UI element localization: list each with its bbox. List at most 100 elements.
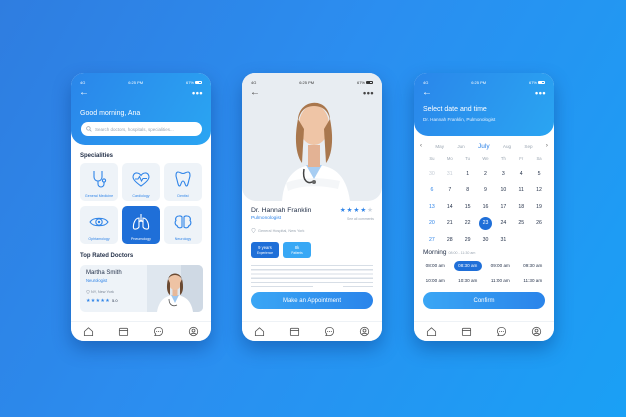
signal-indicator: 4G (423, 79, 429, 85)
back-arrow-icon[interactable]: ← (79, 88, 89, 98)
chevron-left-icon[interactable]: ‹ (420, 143, 422, 149)
doctor-profile-screen: 4G 6:25 PM 67% ← ••• Dr. Hannah Franklin… (242, 73, 382, 341)
location-pin-icon (251, 228, 256, 233)
calendar-day[interactable]: 25 (512, 217, 530, 229)
status-time: 6:25 PM (128, 79, 144, 85)
bottom-nav (414, 321, 554, 341)
back-arrow-icon[interactable]: ← (422, 88, 432, 98)
morning-section-title: Morning 08:00 - 11:30 am (423, 249, 476, 256)
battery-indicator: 67% (186, 80, 202, 85)
status-bar: 4G 6:25 PM 67% (80, 78, 202, 86)
time-slot[interactable]: 11:30 am (517, 276, 550, 286)
calendar-day[interactable]: 17 (494, 201, 512, 213)
doctor-card[interactable]: Martha Smith Neurologist NY, New York ★★… (80, 265, 203, 312)
profile-icon[interactable] (188, 326, 200, 338)
make-appointment-button[interactable]: Make an Appointment (251, 292, 373, 309)
time-slot[interactable]: 11:00 am (484, 276, 517, 286)
rating-value: 5.0 (112, 298, 118, 303)
month-option[interactable]: May (435, 144, 444, 149)
lungs-icon (132, 214, 150, 230)
calendar-day[interactable]: 28 (441, 234, 459, 246)
calendar-day[interactable]: 8 (459, 184, 477, 196)
chat-icon[interactable] (153, 326, 165, 338)
speciality-general-medicine[interactable]: General Medicine (80, 163, 118, 201)
calendar-day[interactable]: 1 (459, 168, 477, 180)
more-options-icon[interactable]: ••• (535, 89, 546, 98)
home-icon[interactable] (83, 326, 95, 338)
calendar-day[interactable]: 2 (477, 168, 495, 180)
home-icon[interactable] (426, 326, 438, 338)
calendar-day[interactable]: 4 (512, 168, 530, 180)
confirm-button[interactable]: Confirm (423, 292, 545, 309)
calendar-day[interactable]: 31 (494, 234, 512, 246)
time-slot[interactable]: 09:30 am (517, 261, 550, 271)
calendar-day[interactable]: 26 (530, 217, 548, 229)
profile-icon[interactable] (359, 326, 371, 338)
search-input[interactable]: Search doctors, hospitals, specialities.… (81, 122, 202, 136)
eye-icon (89, 217, 109, 227)
calendar-day[interactable]: 13 (423, 201, 441, 213)
calendar-day[interactable]: 20 (423, 217, 441, 229)
experience-badge: 9 years Experience (251, 242, 279, 258)
calendar-day[interactable]: 6 (423, 184, 441, 196)
calendar-day[interactable]: 7 (441, 184, 459, 196)
speciality-dentist[interactable]: Dentist (164, 163, 202, 201)
calendar-day[interactable]: 12 (530, 184, 548, 196)
calendar-icon[interactable] (289, 326, 301, 338)
more-options-icon[interactable]: ••• (363, 89, 374, 98)
calendar-day[interactable]: 15 (459, 201, 477, 213)
calendar-day[interactable]: 16 (477, 201, 495, 213)
calendar-day[interactable]: 18 (512, 201, 530, 213)
calendar-icon[interactable] (461, 326, 473, 338)
time-slot-selected[interactable]: 08:30 am (453, 261, 482, 271)
calendar-day[interactable]: 29 (459, 234, 477, 246)
booking-title: Select date and time (423, 106, 487, 113)
bottom-nav (242, 321, 382, 341)
time-slot[interactable]: 10:00 am (419, 276, 452, 286)
rating-stars: ★★★★★ (86, 299, 111, 304)
calendar-day[interactable]: 19 (530, 201, 548, 213)
calendar-day[interactable]: 21 (441, 217, 459, 229)
doctor-name: Martha Smith (86, 270, 122, 276)
speciality-neurology[interactable]: Neurology (164, 206, 202, 244)
month-option-current[interactable]: July (478, 143, 490, 150)
stethoscope-icon (93, 171, 107, 188)
calendar-day[interactable]: 30 (477, 234, 495, 246)
calendar-day[interactable]: 11 (512, 184, 530, 196)
month-option[interactable]: Aug (503, 144, 511, 149)
booking-subtitle: Dr. Hannah Franklin, Pulmonologist (423, 117, 496, 122)
time-slot[interactable]: 08:00 am (419, 261, 452, 271)
month-option[interactable]: Jun (457, 144, 464, 149)
rating-stars: ★★★★★ (340, 206, 374, 214)
calendar-day[interactable]: 22 (459, 217, 477, 229)
status-bar: 4G 6:25 PM 67% (251, 78, 373, 86)
calendar-day[interactable]: 10 (494, 184, 512, 196)
chat-icon[interactable] (324, 326, 336, 338)
calendar-day[interactable]: 9 (477, 184, 495, 196)
chevron-right-icon[interactable]: › (546, 143, 548, 149)
speciality-ophthalmology[interactable]: Ophtamology (80, 206, 118, 244)
home-icon[interactable] (254, 326, 266, 338)
speciality-cardiology[interactable]: Cardiology (122, 163, 160, 201)
calendar-day[interactable]: 14 (441, 201, 459, 213)
profile-icon[interactable] (531, 326, 543, 338)
back-arrow-icon[interactable]: ← (250, 88, 260, 98)
bottom-nav (71, 321, 211, 341)
doctor-rating: ★★★★★ 5.0 (86, 298, 118, 304)
calendar-day[interactable]: 3 (494, 168, 512, 180)
calendar-day[interactable]: 27 (423, 234, 441, 246)
more-options-icon[interactable]: ••• (192, 89, 203, 98)
battery-icon (194, 80, 202, 85)
calendar-day[interactable]: 5 (530, 168, 548, 180)
see-comments-link[interactable]: See all comments (347, 217, 374, 221)
chat-icon[interactable] (496, 326, 508, 338)
calendar-day[interactable]: 24 (494, 217, 512, 229)
time-slot[interactable]: 09:00 am (484, 261, 517, 271)
time-slot[interactable]: 10:30 am (452, 276, 485, 286)
month-option[interactable]: Sep (524, 144, 532, 149)
search-icon (86, 126, 92, 132)
calendar-empty-cell (512, 234, 530, 246)
calendar-icon[interactable] (118, 326, 130, 338)
speciality-pneumology[interactable]: Pneumology (122, 206, 160, 244)
calendar-day-selected[interactable]: 23 (477, 216, 495, 230)
